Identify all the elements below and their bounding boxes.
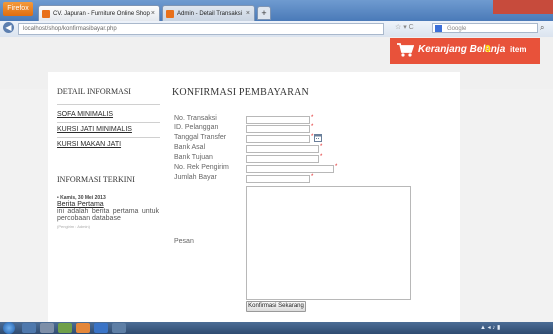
cart-icon xyxy=(397,43,414,57)
taskbar-app-icon[interactable] xyxy=(76,323,90,333)
pesan-textarea[interactable] xyxy=(246,186,411,300)
news-title-link[interactable]: Berita Pertama xyxy=(57,201,104,208)
search-engine-icon[interactable] xyxy=(435,25,442,32)
no-transaksi-input[interactable] xyxy=(246,116,310,124)
no-rek-pengirim-input[interactable] xyxy=(246,165,334,173)
system-tray[interactable]: ▲ ◂ ♪ ▮ xyxy=(480,324,500,331)
jumlah-bayar-input[interactable] xyxy=(246,175,310,183)
required-mark: * xyxy=(311,115,314,121)
page-title: KONFIRMASI PEMBAYARAN xyxy=(172,87,309,98)
search-icon[interactable]: ⌕ xyxy=(540,23,544,33)
tab-label: CV. Japuran - Furniture Online Shop xyxy=(53,11,150,17)
field-label: No. Transaksi xyxy=(174,115,217,122)
windows-start-icon[interactable] xyxy=(3,322,15,334)
taskbar: ▲ ◂ ♪ ▮ xyxy=(0,322,553,334)
required-mark: * xyxy=(335,164,338,170)
bank-tujuan-input[interactable] xyxy=(246,155,319,163)
required-mark: * xyxy=(311,174,314,180)
window-controls[interactable] xyxy=(493,0,553,14)
required-mark: * xyxy=(311,124,314,130)
taskbar-app-icon[interactable] xyxy=(22,323,36,333)
sidebar-item-sofa[interactable]: SOFA MINIMALIS xyxy=(57,111,113,118)
field-label: Tanggal Transfer xyxy=(174,134,227,141)
cart-banner[interactable]: Keranjang Belanja 0 item xyxy=(390,38,540,64)
cart-unit: item xyxy=(510,45,527,54)
firefox-menu-button[interactable]: Firefox xyxy=(3,2,33,16)
field-label: Bank Tujuan xyxy=(174,154,213,161)
taskbar-app-icon[interactable] xyxy=(40,323,54,333)
tab-admin[interactable]: Admin - Detail Transaksi × xyxy=(162,5,255,21)
favicon-icon xyxy=(42,10,50,18)
back-arrow-icon[interactable]: ◀ xyxy=(3,22,14,33)
search-input[interactable]: Google xyxy=(432,23,538,33)
required-mark: * xyxy=(311,134,314,140)
navigation-bar: ◀ localhost/shop/konfirmasibayar.php ☆ ▾… xyxy=(0,21,553,38)
sidebar-item-kursi-makan[interactable]: KURSI MAKAN JATI xyxy=(57,141,121,148)
calendar-icon[interactable] xyxy=(314,134,322,142)
tab-label: Admin - Detail Transaksi xyxy=(177,11,243,17)
new-tab-button[interactable]: + xyxy=(257,6,271,20)
field-label: ID. Pelanggan xyxy=(174,124,219,131)
news-heading: INFORMASI TERKINI xyxy=(57,175,135,184)
tanggal-transfer-input[interactable] xyxy=(246,135,310,143)
sidebar-heading: DETAIL INFORMASI xyxy=(57,87,131,96)
close-tab-icon[interactable]: × xyxy=(246,6,250,21)
required-mark: * xyxy=(320,154,323,160)
tab-shop[interactable]: CV. Japuran - Furniture Online Shop × xyxy=(38,5,160,21)
bank-asal-input[interactable] xyxy=(246,145,319,153)
cart-count: 0 xyxy=(485,44,491,55)
konfirmasi-button[interactable]: Konfirmasi Sekarang xyxy=(246,301,306,312)
cart-label: Keranjang Belanja xyxy=(418,44,506,55)
divider xyxy=(57,104,160,105)
id-pelanggan-input[interactable] xyxy=(246,125,310,133)
field-label: No. Rek Pengirim xyxy=(174,164,229,171)
close-tab-icon[interactable]: × xyxy=(151,6,155,21)
favicon-icon xyxy=(166,10,174,18)
taskbar-app-icon[interactable] xyxy=(112,323,126,333)
required-mark: * xyxy=(320,144,323,150)
field-label: Pesan xyxy=(174,238,194,245)
taskbar-app-icon[interactable] xyxy=(94,323,108,333)
field-label: Bank Asal xyxy=(174,144,206,151)
field-label: Jumlah Bayar xyxy=(174,174,217,181)
divider xyxy=(57,137,160,138)
bookmark-reload-icons[interactable]: ☆ ▾ C xyxy=(395,23,425,33)
sidebar-item-kursi-jati[interactable]: KURSI JATI MINIMALIS xyxy=(57,126,132,133)
url-bar[interactable]: localhost/shop/konfirmasibayar.php xyxy=(18,23,384,35)
taskbar-app-icon[interactable] xyxy=(58,323,72,333)
news-body: ini adalah berita pertama untuk percobaa… xyxy=(57,208,159,222)
divider xyxy=(57,122,160,123)
news-meta: (Pengirim : Admin) xyxy=(57,224,90,229)
